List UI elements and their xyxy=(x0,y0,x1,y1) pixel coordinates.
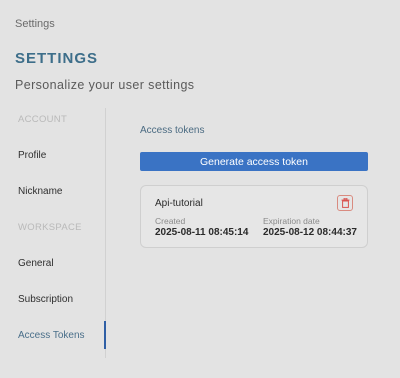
sidebar-item-profile[interactable]: Profile xyxy=(18,146,46,166)
sidebar: ACCOUNT Profile Nickname WORKSPACE Gener… xyxy=(0,108,106,358)
created-value: 2025-08-11 08:45:14 xyxy=(155,227,249,238)
sidebar-item-access-tokens[interactable]: Access Tokens xyxy=(18,326,85,346)
delete-token-button[interactable] xyxy=(337,195,353,211)
expiration-value: 2025-08-12 08:44:37 xyxy=(263,227,357,238)
sidebar-item-general[interactable]: General xyxy=(18,254,54,274)
generate-token-button[interactable]: Generate access token xyxy=(140,152,368,171)
section-title: Access tokens xyxy=(140,125,205,136)
token-name: Api-tutorial xyxy=(155,198,203,209)
trash-icon xyxy=(341,198,349,208)
created-label: Created xyxy=(155,216,186,226)
sidebar-section-account: ACCOUNT xyxy=(18,114,68,125)
sidebar-section-workspace: WORKSPACE xyxy=(18,222,82,233)
sidebar-item-nickname[interactable]: Nickname xyxy=(18,182,62,202)
token-card: Api-tutorial Created 2025-08-11 08:45:14… xyxy=(140,185,368,248)
page-subtitle: Personalize your user settings xyxy=(15,78,195,92)
expiration-label: Expiration date xyxy=(263,216,320,226)
page-title: SETTINGS xyxy=(15,50,99,67)
window-title: Settings xyxy=(15,18,55,30)
sidebar-item-subscription[interactable]: Subscription xyxy=(18,290,73,310)
sidebar-active-indicator xyxy=(104,321,106,349)
